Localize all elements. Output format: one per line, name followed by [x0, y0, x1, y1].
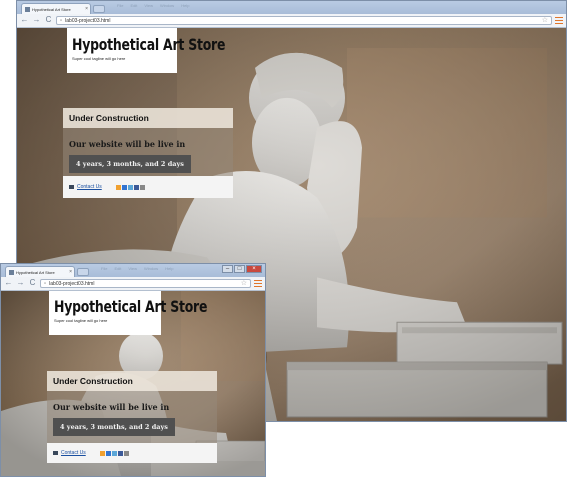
menu-item-edit[interactable]: Edit	[114, 266, 121, 271]
live-text: Our website will be live in	[69, 139, 186, 149]
site-logo[interactable]: Hypothetical Art Store	[54, 299, 207, 315]
construction-panel: Under Construction Our website will be l…	[47, 371, 217, 463]
address-bar[interactable]: ▫ lab03-project03.html ☆	[40, 279, 251, 288]
url-text[interactable]: lab03-project03.html	[49, 281, 94, 287]
bookmark-star-icon[interactable]: ☆	[542, 17, 548, 24]
minimize-button[interactable]: –	[222, 265, 233, 273]
tab-strip: Hypothetical Art Store × File Edit View …	[1, 264, 265, 277]
browser-menu-icon[interactable]	[254, 280, 262, 288]
social-icons	[116, 184, 145, 190]
menu-item-window[interactable]: Window	[144, 266, 158, 271]
forward-button[interactable]: →	[32, 16, 41, 25]
live-text: Our website will be live in	[53, 402, 170, 412]
browser-window-small: Hypothetical Art Store × File Edit View …	[0, 263, 266, 477]
new-tab-button[interactable]	[77, 268, 89, 276]
reload-button[interactable]: C	[44, 16, 53, 25]
back-button[interactable]: ←	[20, 16, 29, 25]
page-info-icon[interactable]: ▫	[60, 18, 62, 24]
menu-item-view[interactable]: View	[144, 3, 153, 8]
close-tab-icon[interactable]: ×	[69, 269, 74, 275]
panel-heading: Under Construction	[63, 108, 233, 128]
maximize-button[interactable]: □	[234, 265, 245, 273]
facebook-icon[interactable]	[118, 450, 123, 456]
menu-bar: File Edit View Window Help	[101, 266, 173, 271]
navigation-bar: ← → C ▫ lab03-project03.html ☆	[17, 14, 566, 28]
menu-item-file[interactable]: File	[117, 3, 123, 8]
site-tagline: Super cool tagline will go here	[72, 56, 126, 61]
close-tab-icon[interactable]: ×	[85, 6, 90, 12]
menu-item-help[interactable]: Help	[165, 266, 173, 271]
site-tagline: Super cool tagline will go here	[54, 318, 108, 323]
panel-footer: Contact Us	[47, 443, 217, 463]
panel-footer: Contact Us	[63, 176, 233, 198]
reload-button[interactable]: C	[28, 279, 37, 288]
browser-tab[interactable]: Hypothetical Art Store ×	[5, 266, 75, 277]
construction-panel: Under Construction Our website will be l…	[63, 108, 233, 198]
menu-item-view[interactable]: View	[128, 266, 137, 271]
rss-icon[interactable]	[100, 450, 105, 456]
twitter-icon[interactable]	[128, 184, 133, 190]
menu-item-file[interactable]: File	[101, 266, 107, 271]
rss-icon[interactable]	[116, 184, 121, 190]
page-icon	[25, 6, 30, 12]
countdown-badge: 4 years, 3 months, and 2 days	[53, 418, 175, 436]
countdown-badge: 4 years, 3 months, and 2 days	[69, 155, 191, 173]
bookmark-star-icon[interactable]: ☆	[241, 280, 247, 287]
new-tab-button[interactable]	[93, 5, 105, 13]
site-logo-box: Hypothetical Art Store Super cool taglin…	[49, 291, 207, 335]
tab-strip: Hypothetical Art Store × File Edit View …	[17, 1, 566, 14]
flickr-icon[interactable]	[140, 184, 145, 190]
address-bar[interactable]: ▫ lab03-project03.html ☆	[56, 16, 552, 25]
forward-button[interactable]: →	[16, 279, 25, 288]
close-window-button[interactable]: ×	[246, 265, 262, 273]
social-icons	[100, 450, 129, 456]
delicious-icon[interactable]	[122, 184, 127, 190]
flickr-icon[interactable]	[124, 450, 129, 456]
menu-item-edit[interactable]: Edit	[130, 3, 137, 8]
panel-body: Our website will be live in 4 years, 3 m…	[63, 128, 233, 176]
menu-item-window[interactable]: Window	[160, 3, 174, 8]
panel-heading: Under Construction	[47, 371, 217, 391]
twitter-icon[interactable]	[112, 450, 117, 456]
menu-bar: File Edit View Window Help	[117, 3, 189, 8]
back-button[interactable]: ←	[4, 279, 13, 288]
site-logo-box: Hypothetical Art Store Super cool taglin…	[67, 28, 225, 73]
page-icon	[9, 269, 14, 275]
menu-item-help[interactable]: Help	[181, 3, 189, 8]
mail-icon	[69, 185, 74, 189]
window-controls: – □ ×	[222, 265, 262, 273]
page-info-icon[interactable]: ▫	[44, 281, 46, 287]
browser-menu-icon[interactable]	[555, 17, 563, 25]
browser-tab[interactable]: Hypothetical Art Store ×	[21, 3, 91, 14]
contact-us-link[interactable]: Contact Us	[77, 184, 102, 190]
navigation-bar: ← → C ▫ lab03-project03.html ☆	[1, 277, 265, 291]
page-viewport: Hypothetical Art Store Super cool taglin…	[1, 291, 265, 476]
url-text[interactable]: lab03-project03.html	[65, 18, 110, 24]
facebook-icon[interactable]	[134, 184, 139, 190]
site-logo[interactable]: Hypothetical Art Store	[72, 37, 225, 53]
panel-body: Our website will be live in 4 years, 3 m…	[47, 391, 217, 443]
tab-title: Hypothetical Art Store	[32, 6, 71, 12]
tab-title: Hypothetical Art Store	[16, 269, 55, 275]
mail-icon	[53, 451, 58, 455]
delicious-icon[interactable]	[106, 450, 111, 456]
contact-us-link[interactable]: Contact Us	[61, 450, 86, 456]
